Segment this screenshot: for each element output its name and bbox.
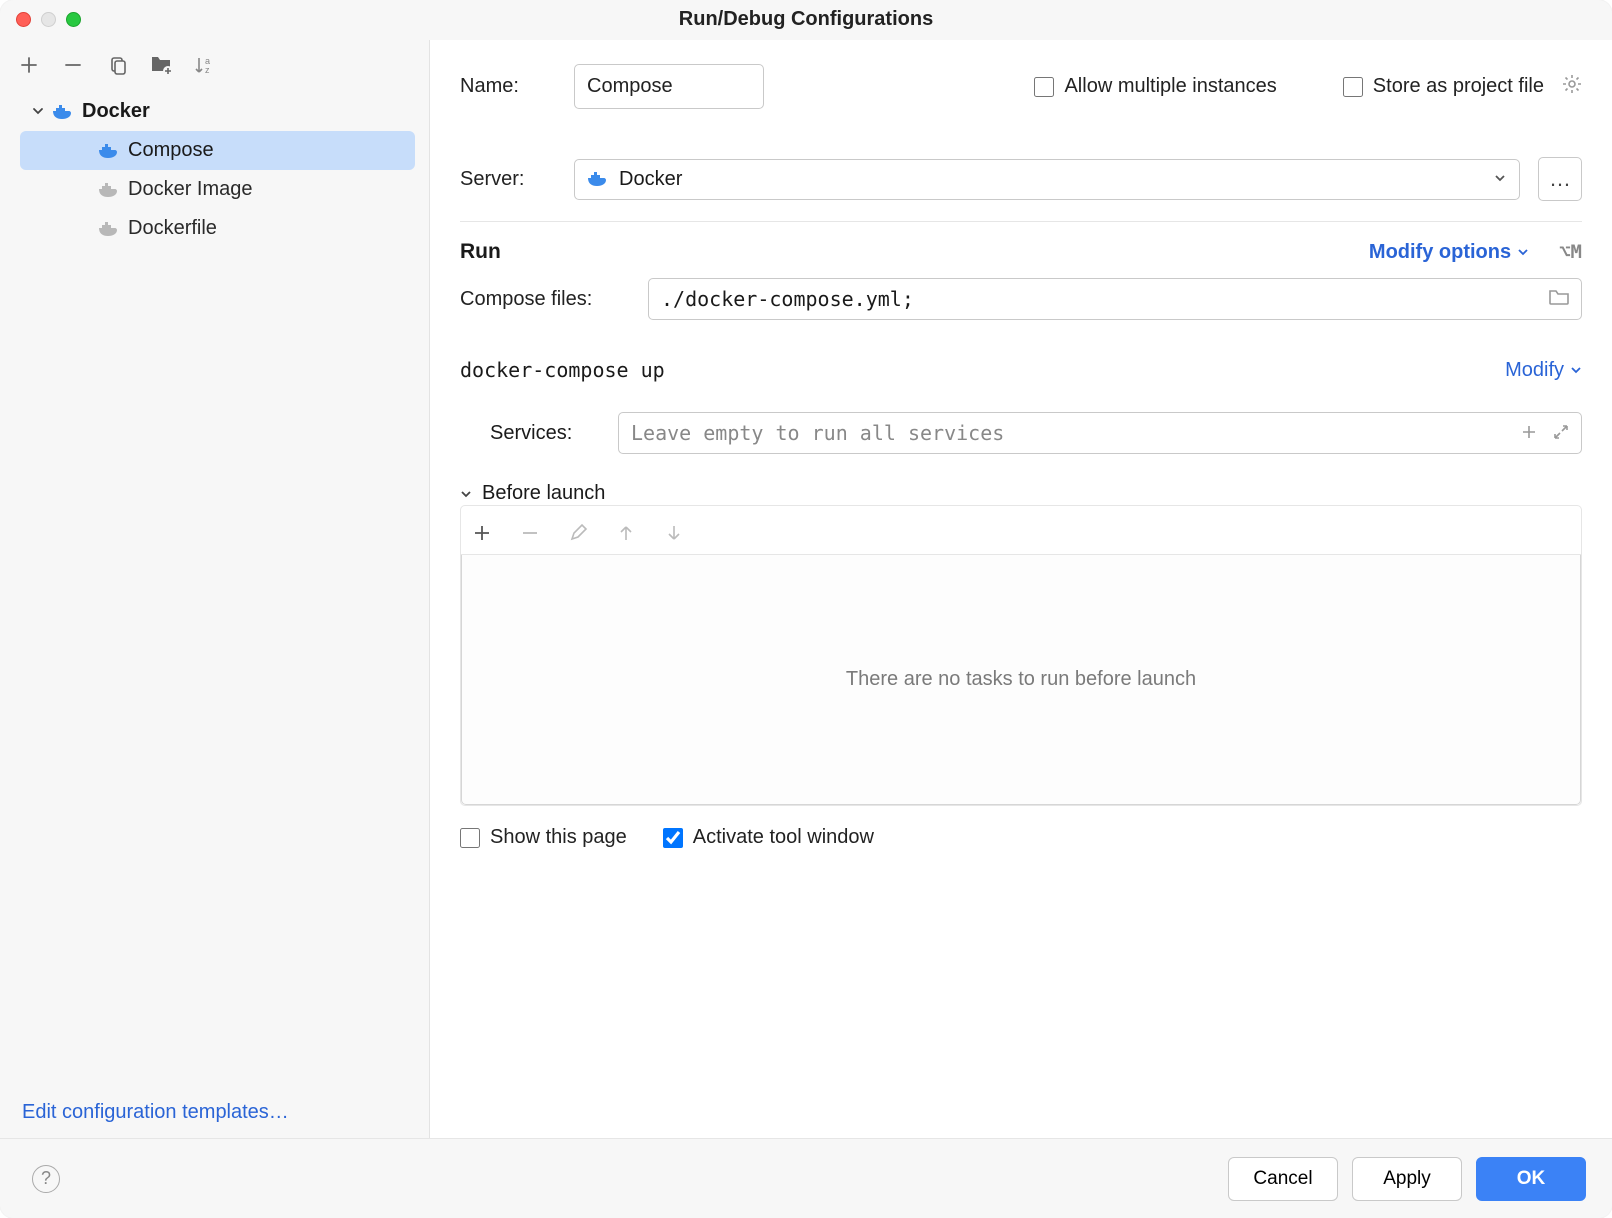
compose-files-field[interactable]: ./docker-compose.yml; <box>648 278 1582 320</box>
add-config-icon[interactable] <box>18 54 40 76</box>
tree-item-dockerfile[interactable]: Dockerfile <box>0 209 429 248</box>
move-down-icon <box>663 522 685 544</box>
modify-link[interactable]: Modify <box>1505 359 1582 382</box>
activate-tool-input[interactable] <box>663 828 683 848</box>
server-browse-button[interactable]: … <box>1538 157 1582 201</box>
title-bar: Run/Debug Configurations <box>0 0 1612 40</box>
sidebar: az Docker Compose <box>0 40 430 1138</box>
sort-icon[interactable]: az <box>194 54 216 76</box>
sidebar-toolbar: az <box>0 40 429 86</box>
main-panel: Name: Allow multiple instances Store as … <box>430 40 1612 1138</box>
chevron-down-icon <box>1570 364 1582 376</box>
before-launch-panel: There are no tasks to run before launch <box>460 505 1582 806</box>
store-project-label: Store as project file <box>1373 75 1544 98</box>
allow-multiple-input[interactable] <box>1034 77 1054 97</box>
show-page-input[interactable] <box>460 828 480 848</box>
edit-templates-link[interactable]: Edit configuration templates… <box>0 1087 429 1138</box>
compose-files-row: Compose files: ./docker-compose.yml; <box>460 278 1582 320</box>
before-launch-toolbar <box>461 506 1581 555</box>
tree-item-label: Compose <box>128 139 214 162</box>
allow-multiple-checkbox[interactable]: Allow multiple instances <box>1034 75 1276 98</box>
footer-left: ? <box>26 1165 60 1193</box>
docker-icon <box>52 103 74 121</box>
show-page-label: Show this page <box>490 826 627 849</box>
compose-files-label: Compose files: <box>460 288 630 311</box>
dialog-window: Run/Debug Configurations az <box>0 0 1612 1218</box>
compose-files-value: ./docker-compose.yml; <box>661 287 914 311</box>
expand-icon[interactable] <box>1553 421 1569 445</box>
before-launch-label: Before launch <box>482 482 605 505</box>
name-label: Name: <box>460 75 556 98</box>
close-window-button[interactable] <box>16 12 31 27</box>
docker-icon <box>98 142 120 160</box>
server-select[interactable]: Docker <box>574 159 1520 200</box>
before-launch-empty-text: There are no tasks to run before launch <box>846 668 1196 691</box>
remove-config-icon[interactable] <box>62 54 84 76</box>
services-input[interactable]: Leave empty to run all services <box>618 412 1582 454</box>
dialog-body: az Docker Compose <box>0 40 1612 1138</box>
run-section-header: Run Modify options ⌥M <box>460 240 1582 264</box>
modify-text: Modify <box>1505 359 1564 382</box>
copy-config-icon[interactable] <box>106 54 128 76</box>
allow-multiple-label: Allow multiple instances <box>1064 75 1276 98</box>
store-project-input[interactable] <box>1343 77 1363 97</box>
before-launch-empty: There are no tasks to run before launch <box>461 555 1581 805</box>
zoom-window-button[interactable] <box>66 12 81 27</box>
services-row: Services: Leave empty to run all service… <box>460 412 1582 454</box>
config-tree: Docker Compose Docker Image <box>0 86 429 1087</box>
apply-button[interactable]: Apply <box>1352 1157 1462 1201</box>
bottom-checks: Show this page Activate tool window <box>460 806 1582 857</box>
docker-icon <box>98 181 120 199</box>
gear-icon[interactable] <box>1562 74 1582 99</box>
server-row: Server: Docker … <box>460 157 1582 201</box>
svg-text:z: z <box>205 65 210 75</box>
folder-icon[interactable] <box>1549 287 1569 311</box>
config-form: Name: Allow multiple instances Store as … <box>430 40 1612 1138</box>
move-up-icon <box>615 522 637 544</box>
show-page-checkbox[interactable]: Show this page <box>460 826 627 849</box>
server-value: Docker <box>619 168 682 191</box>
modify-options-link[interactable]: Modify options <box>1369 241 1529 264</box>
chevron-down-icon <box>1517 246 1529 258</box>
services-label: Services: <box>490 422 600 445</box>
run-section-label: Run <box>460 240 501 264</box>
help-button[interactable]: ? <box>32 1165 60 1193</box>
modify-options-text: Modify options <box>1369 241 1511 264</box>
cancel-button[interactable]: Cancel <box>1228 1157 1338 1201</box>
docker-icon <box>587 170 609 188</box>
ok-button[interactable]: OK <box>1476 1157 1586 1201</box>
window-title: Run/Debug Configurations <box>0 8 1612 31</box>
chevron-down-icon <box>460 488 472 500</box>
dialog-footer: ? Cancel Apply OK <box>0 1138 1612 1218</box>
name-input[interactable] <box>574 64 764 109</box>
add-task-icon[interactable] <box>471 522 493 544</box>
docker-compose-up-label: docker-compose up <box>460 358 665 382</box>
add-service-icon[interactable] <box>1521 421 1537 445</box>
tree-item-compose[interactable]: Compose <box>20 131 415 170</box>
chevron-down-icon <box>32 100 44 123</box>
edit-task-icon <box>567 522 589 544</box>
tree-item-label: Dockerfile <box>128 217 217 240</box>
activate-tool-label: Activate tool window <box>693 826 874 849</box>
traffic-lights <box>0 12 81 27</box>
docker-compose-up-header: docker-compose up Modify <box>460 338 1582 398</box>
docker-icon <box>98 220 120 238</box>
name-row: Name: Allow multiple instances Store as … <box>460 64 1582 109</box>
divider <box>460 221 1582 222</box>
minimize-window-button[interactable] <box>41 12 56 27</box>
store-project-checkbox[interactable]: Store as project file <box>1343 75 1544 98</box>
services-placeholder: Leave empty to run all services <box>631 421 1004 445</box>
tree-group-docker[interactable]: Docker <box>0 92 429 131</box>
modify-options-shortcut: ⌥M <box>1559 241 1582 263</box>
remove-task-icon <box>519 522 541 544</box>
tree-item-docker-image[interactable]: Docker Image <box>0 170 429 209</box>
tree-group-label: Docker <box>82 100 150 123</box>
tree-item-label: Docker Image <box>128 178 253 201</box>
activate-tool-checkbox[interactable]: Activate tool window <box>663 826 874 849</box>
before-launch-header[interactable]: Before launch <box>460 454 1582 505</box>
chevron-down-icon <box>1493 168 1507 191</box>
server-label: Server: <box>460 168 556 191</box>
save-temp-config-icon[interactable] <box>150 54 172 76</box>
